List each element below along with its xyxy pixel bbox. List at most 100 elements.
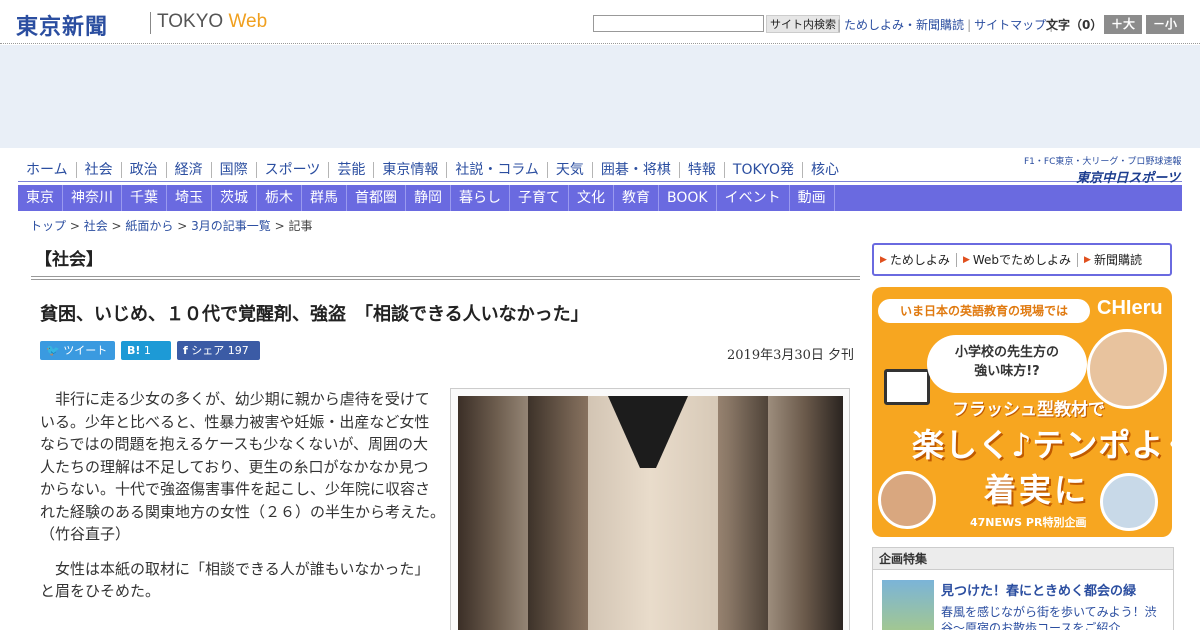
site-header: 東京新聞 TOKYO Web サイト内検索 | ためしよみ・新聞購読 | サイトマップ… — [0, 0, 1200, 44]
promo-subheadline: フラッシュ型教材で — [952, 400, 1105, 420]
nav-tokyo-info[interactable]: 東京情報 — [373, 161, 446, 178]
triangle-icon: ▶ — [1084, 254, 1091, 265]
subnav-tochigi[interactable]: 栃木 — [257, 185, 302, 211]
nav-sports[interactable]: スポーツ — [255, 161, 329, 178]
nav-international[interactable]: 国際 — [210, 161, 256, 178]
subscribe-link[interactable]: 新聞購読 — [1094, 251, 1148, 268]
subscribe-links-box: ▶ ためしよみ ▶ Webでためしよみ ▶ 新聞購読 — [872, 243, 1172, 276]
subnav-living[interactable]: 暮らし — [451, 185, 510, 211]
monitor-icon — [884, 369, 930, 405]
facebook-share-label: シェア — [191, 344, 225, 357]
font-size-label: 文字（0） — [1046, 18, 1103, 32]
header-links: | ためしよみ・新聞購読 | サイトマップ | — [837, 18, 1054, 32]
promo-bubble-line: 小学校の先生方の — [954, 345, 1059, 360]
hatena-icon: B! — [127, 344, 141, 357]
facebook-share-count: 197 — [227, 344, 249, 357]
nav-home[interactable]: ホーム — [18, 162, 76, 178]
ad-banner-area — [0, 45, 1200, 148]
article-date: 2019年3月30日 夕刊 — [727, 348, 855, 363]
section-title: 【社会】 — [35, 250, 103, 270]
chunichi-logo: 東京中日スポーツ — [1076, 171, 1180, 186]
promo-child-photo — [878, 471, 936, 529]
nav-economy[interactable]: 経済 — [165, 161, 211, 178]
subnav-saitama[interactable]: 埼玉 — [167, 185, 212, 211]
logo-divider — [150, 12, 151, 34]
nav-politics[interactable]: 政治 — [120, 161, 166, 178]
twitter-bird-icon: 🐦 — [46, 344, 60, 357]
article-photo-frame — [450, 388, 850, 630]
nav-go-shogi[interactable]: 囲碁・将棋 — [591, 161, 679, 178]
subnav-parenting[interactable]: 子育て — [510, 185, 569, 211]
nav-weather[interactable]: 天気 — [546, 161, 592, 178]
breadcrumb-society[interactable]: 社会 — [84, 219, 108, 233]
article-paragraph: 女性は本紙の取材に「相談できる人が誰もいなかった」と眉をひそめた。 — [40, 559, 430, 601]
chunichi-tagline: F1・FC東京・大リーグ・プロ野球速報 — [1024, 157, 1182, 167]
feature-box: 企画特集 見つけた！春にときめく都会の緑 春風を感じながら街を歩いてみよう！渋谷… — [872, 547, 1174, 630]
promo-headline-2: 着実に — [984, 471, 1090, 509]
hatena-bookmark-button[interactable]: B! 1 — [121, 341, 171, 360]
subnav-video[interactable]: 動画 — [790, 185, 835, 211]
triangle-icon: ▶ — [880, 254, 887, 265]
promo-footer: 47NEWS PR特別企画 — [970, 516, 1087, 529]
nav-core[interactable]: 核心 — [801, 161, 847, 178]
tweet-button[interactable]: 🐦 ツイート — [40, 341, 115, 360]
breadcrumb-current: 記事 — [288, 219, 313, 233]
font-increase-button[interactable]: ＋大 — [1104, 15, 1142, 34]
site-logo[interactable]: 東京新聞 — [16, 9, 108, 41]
font-decrease-button[interactable]: －小 — [1146, 15, 1184, 34]
breadcrumb-print[interactable]: 紙面から — [125, 219, 173, 233]
tweet-label: ツイート — [63, 344, 108, 357]
article-title: 貧困、いじめ、１０代で覚醒剤、強盗 「相談できる人いなかった」 — [40, 304, 589, 325]
promo-ad[interactable]: いま日本の英語教育の現場では CHIeru 小学校の先生方の 強い味方!? フラ… — [872, 287, 1172, 537]
feature-heading: 企画特集 — [873, 548, 1173, 570]
trial-read-link[interactable]: ためしよみ — [890, 251, 956, 268]
section-header: 【社会】 — [31, 244, 860, 280]
facebook-icon: f — [183, 344, 188, 357]
web-trial-link[interactable]: Webでためしよみ — [973, 251, 1077, 268]
search-input[interactable] — [593, 15, 764, 32]
chunichi-sports-link[interactable]: F1・FC東京・大リーグ・プロ野球速報 東京中日スポーツ — [1024, 154, 1182, 186]
trial-subscribe-link[interactable]: ためしよみ・新聞購読 — [844, 18, 964, 32]
promo-top-banner: いま日本の英語教育の現場では — [878, 299, 1090, 323]
subnav-gunma[interactable]: 群馬 — [302, 185, 347, 211]
facebook-share-button[interactable]: f シェア 197 — [177, 341, 260, 360]
feature-thumbnail[interactable] — [882, 580, 934, 630]
sitemap-link[interactable]: サイトマップ — [974, 18, 1046, 32]
subnav-chiba[interactable]: 千葉 — [122, 185, 167, 211]
subnav-kanagawa[interactable]: 神奈川 — [63, 185, 122, 211]
promo-child-photo — [1100, 473, 1158, 531]
breadcrumb-top[interactable]: トップ — [30, 219, 66, 233]
subnav-metropolitan[interactable]: 首都圏 — [347, 185, 406, 211]
subnav-education[interactable]: 教育 — [614, 185, 659, 211]
logo-tokyo-text: TOKYO — [157, 11, 224, 32]
breadcrumb: トップ > 社会 > 紙面から > 3月の記事一覧 > 記事 — [30, 219, 313, 233]
article-paragraph: 非行に走る少女の多くが、幼少期に親から虐待を受けている。少年と比べると、性暴力被… — [40, 390, 453, 543]
main-nav: ホーム 社会 政治 経済 国際 スポーツ 芸能 東京情報 社説・コラム 天気 囲… — [18, 158, 1182, 182]
nav-editorial-column[interactable]: 社説・コラム — [446, 161, 547, 178]
subnav-ibaraki[interactable]: 茨城 — [212, 185, 257, 211]
subnav-tokyo[interactable]: 東京 — [18, 185, 63, 211]
nav-tokyo-hatsu[interactable]: TOKYO発 — [723, 161, 802, 178]
feature-description[interactable]: 春風を感じながら街を歩いてみよう！渋谷～原宿のお散歩コースをご紹介 — [941, 604, 1167, 630]
nav-special-report[interactable]: 特報 — [678, 161, 724, 178]
logo-web-text: Web — [228, 11, 268, 32]
subnav-book[interactable]: BOOK — [659, 185, 717, 211]
promo-bubble-line: 強い味方!? — [974, 364, 1040, 379]
subnav-shizuoka[interactable]: 静岡 — [406, 185, 451, 211]
search-button[interactable]: サイト内検索 — [766, 15, 840, 33]
article-photo[interactable] — [458, 396, 843, 630]
subnav-events[interactable]: イベント — [717, 185, 790, 211]
promo-speech-bubble: 小学校の先生方の 強い味方!? — [927, 335, 1087, 393]
breadcrumb-march-list[interactable]: 3月の記事一覧 — [191, 219, 271, 233]
promo-headline: 楽しく♪テンポよく — [912, 426, 1172, 464]
site-logo-web[interactable]: TOKYO Web — [157, 11, 267, 33]
regional-nav: 東京 神奈川 千葉 埼玉 茨城 栃木 群馬 首都圏 静岡 暮らし 子育て 文化 … — [18, 185, 1182, 211]
promo-brand-logo: CHIeru — [1097, 297, 1163, 319]
nav-entertainment[interactable]: 芸能 — [328, 161, 373, 178]
hatena-count: 1 — [143, 344, 151, 357]
feature-title-link[interactable]: 見つけた！春にときめく都会の緑 — [941, 580, 1136, 599]
triangle-icon: ▶ — [962, 254, 970, 265]
article-body: 非行に走る少女の多くが、幼少期に親から虐待を受けている。少年と比べると、性暴力被… — [40, 388, 453, 615]
nav-society[interactable]: 社会 — [75, 161, 121, 178]
subnav-culture[interactable]: 文化 — [569, 185, 614, 211]
